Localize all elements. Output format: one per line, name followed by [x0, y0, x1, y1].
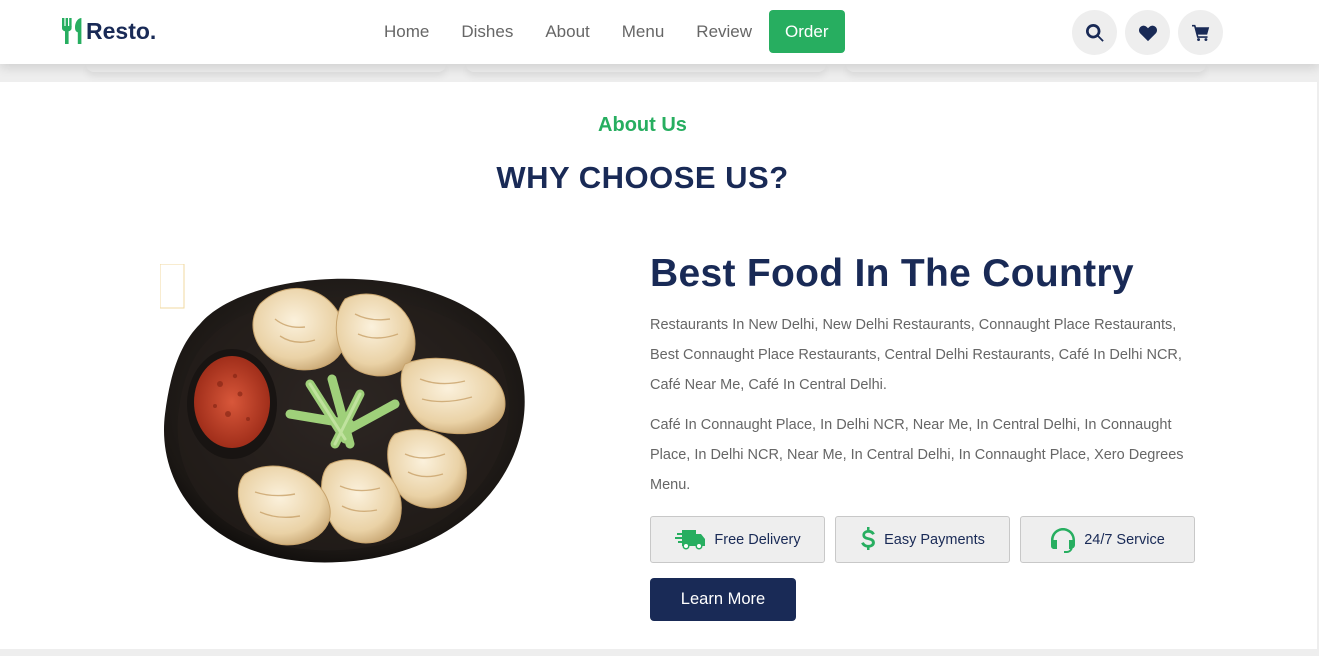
site-header: Resto. Home Dishes About Menu Review Ord…: [0, 0, 1319, 64]
search-button[interactable]: [1072, 10, 1117, 55]
favorites-button[interactable]: [1125, 10, 1170, 55]
learn-more-button[interactable]: Learn More: [650, 578, 796, 621]
about-section: About Us WHY CHOOSE US? Best Food In The…: [0, 82, 1317, 649]
nav-review[interactable]: Review: [680, 10, 768, 53]
cart-button[interactable]: [1178, 10, 1223, 55]
brand-name: Resto.: [86, 17, 157, 44]
nav-dishes[interactable]: Dishes: [445, 10, 529, 53]
search-icon: [1085, 23, 1104, 42]
feature-24-7-service: 24/7 Service: [1020, 516, 1195, 563]
feature-easy-payments: Easy Payments: [835, 516, 1010, 563]
about-paragraph-2: Café In Connaught Place, In Delhi NCR, N…: [650, 417, 1184, 493]
about-paragraph-1: Restaurants In New Delhi, New Delhi Rest…: [650, 317, 1182, 393]
nav-about[interactable]: About: [529, 10, 605, 53]
brand-logo[interactable]: Resto.: [62, 15, 156, 47]
nav-menu[interactable]: Menu: [606, 10, 681, 53]
momos-plate-image: [160, 264, 525, 563]
section-heading: WHY CHOOSE US?: [496, 160, 789, 195]
section-subheading: About Us: [598, 114, 687, 136]
utensils-icon: [62, 18, 82, 44]
feature-free-delivery: Free Delivery: [650, 516, 825, 563]
main-nav: Home Dishes About Menu Review Order: [368, 10, 845, 53]
feature-label: 24/7 Service: [1084, 531, 1165, 548]
nav-order[interactable]: Order: [769, 10, 845, 53]
feature-list: Free Delivery Easy Payments 24/7 Service: [650, 516, 1200, 563]
dollar-sign-icon: [861, 526, 876, 550]
about-content: Best Food In The Country Restaurants In …: [650, 252, 1200, 621]
card-shadow-strip: [0, 64, 1319, 82]
feature-label: Easy Payments: [884, 531, 985, 548]
header-actions: [1072, 10, 1223, 55]
shipping-fast-icon: [675, 529, 706, 549]
headset-icon: [1051, 527, 1076, 553]
about-title: Best Food In The Country: [650, 252, 1134, 295]
feature-label: Free Delivery: [714, 531, 801, 548]
nav-home[interactable]: Home: [368, 10, 445, 53]
heart-icon: [1138, 25, 1157, 41]
cart-icon: [1191, 24, 1209, 41]
